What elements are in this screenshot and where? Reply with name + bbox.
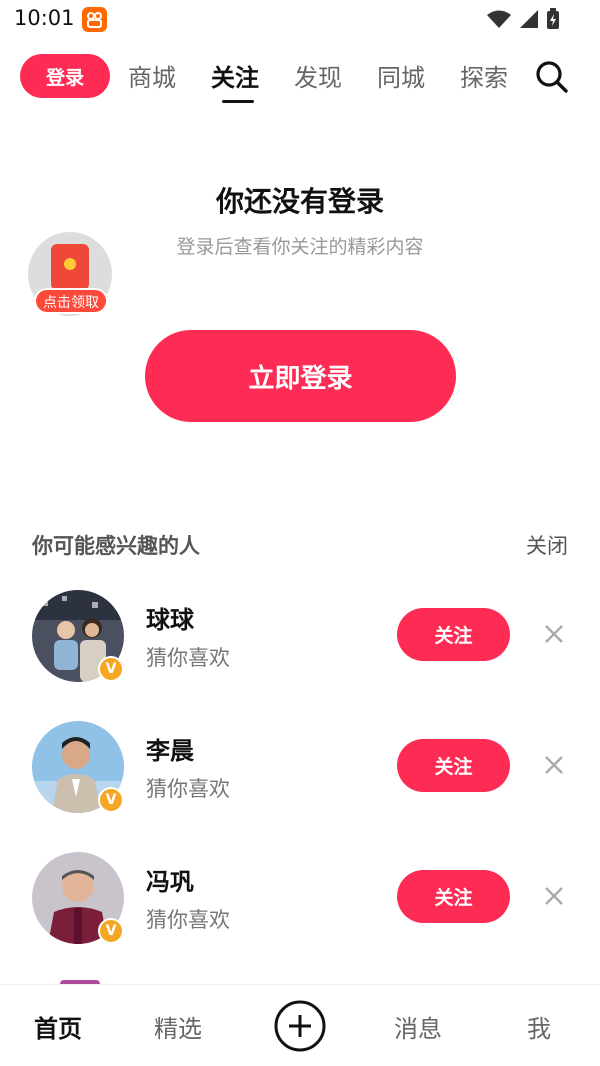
bottom-nav: 首页 精选 消息 我 xyxy=(0,984,600,1066)
login-pill-button[interactable]: 登录 xyxy=(20,54,110,98)
wifi-icon xyxy=(487,10,511,28)
login-title: 你还没有登录 xyxy=(215,185,384,218)
user-name[interactable]: 冯巩 xyxy=(146,862,194,897)
top-nav: 登录 商城 关注 发现 同城 探索 xyxy=(0,50,600,106)
suggestion-reason: 猜你喜欢 xyxy=(146,646,230,670)
login-now-button[interactable]: 立即登录 xyxy=(145,330,456,422)
create-plus-icon[interactable] xyxy=(273,999,327,1053)
suggested-user-row[interactable]: V 李晨 猜你喜欢 关注 xyxy=(0,721,600,821)
follow-button[interactable]: 关注 xyxy=(397,739,510,792)
login-subtitle-text: 登录后查看你关注的精彩内容 xyxy=(176,236,424,258)
status-time: 10:01 xyxy=(14,6,75,30)
red-packet-label: 点击领取 xyxy=(34,288,108,314)
verified-badge-icon: V xyxy=(98,787,124,813)
suggestions-header: 你可能感兴趣的人 xyxy=(32,534,200,558)
bottom-nav-featured[interactable]: 精选 xyxy=(154,1009,202,1044)
suggestion-reason: 猜你喜欢 xyxy=(146,908,230,932)
user-name[interactable]: 李晨 xyxy=(146,731,194,766)
status-indicators xyxy=(486,8,560,30)
tab-mall[interactable]: 商城 xyxy=(128,58,176,93)
search-icon[interactable] xyxy=(533,58,569,94)
verified-badge-icon: V xyxy=(98,656,124,682)
close-icon[interactable] xyxy=(540,882,568,910)
verified-badge-icon: V xyxy=(98,918,124,944)
bottom-nav-me[interactable]: 我 xyxy=(527,1009,551,1044)
status-bar: 10:01 xyxy=(0,0,600,40)
bottom-nav-messages[interactable]: 消息 xyxy=(394,1009,442,1044)
close-icon[interactable] xyxy=(540,620,568,648)
follow-button[interactable]: 关注 xyxy=(397,870,510,923)
app-notification-icon xyxy=(82,7,107,32)
suggested-user-row[interactable]: V 球球 猜你喜欢 关注 xyxy=(0,590,600,690)
bottom-nav-home[interactable]: 首页 xyxy=(34,1009,82,1044)
tab-discover[interactable]: 发现 xyxy=(294,58,342,93)
follow-button[interactable]: 关注 xyxy=(397,608,510,661)
red-packet-widget[interactable]: 点击领取 xyxy=(28,232,112,316)
suggestions-close-button[interactable]: 关闭 xyxy=(526,530,568,560)
tab-explore[interactable]: 探索 xyxy=(460,58,508,93)
tab-nearby[interactable]: 同城 xyxy=(377,58,425,93)
tab-following[interactable]: 关注 xyxy=(211,58,259,93)
red-envelope-icon xyxy=(51,244,89,290)
close-icon[interactable] xyxy=(540,751,568,779)
battery-icon xyxy=(547,8,559,29)
suggested-user-row[interactable]: V 冯巩 猜你喜欢 关注 xyxy=(0,852,600,952)
active-tab-indicator xyxy=(222,100,254,103)
suggestion-reason: 猜你喜欢 xyxy=(146,777,230,801)
user-name[interactable]: 球球 xyxy=(146,600,194,635)
signal-icon xyxy=(520,10,538,28)
